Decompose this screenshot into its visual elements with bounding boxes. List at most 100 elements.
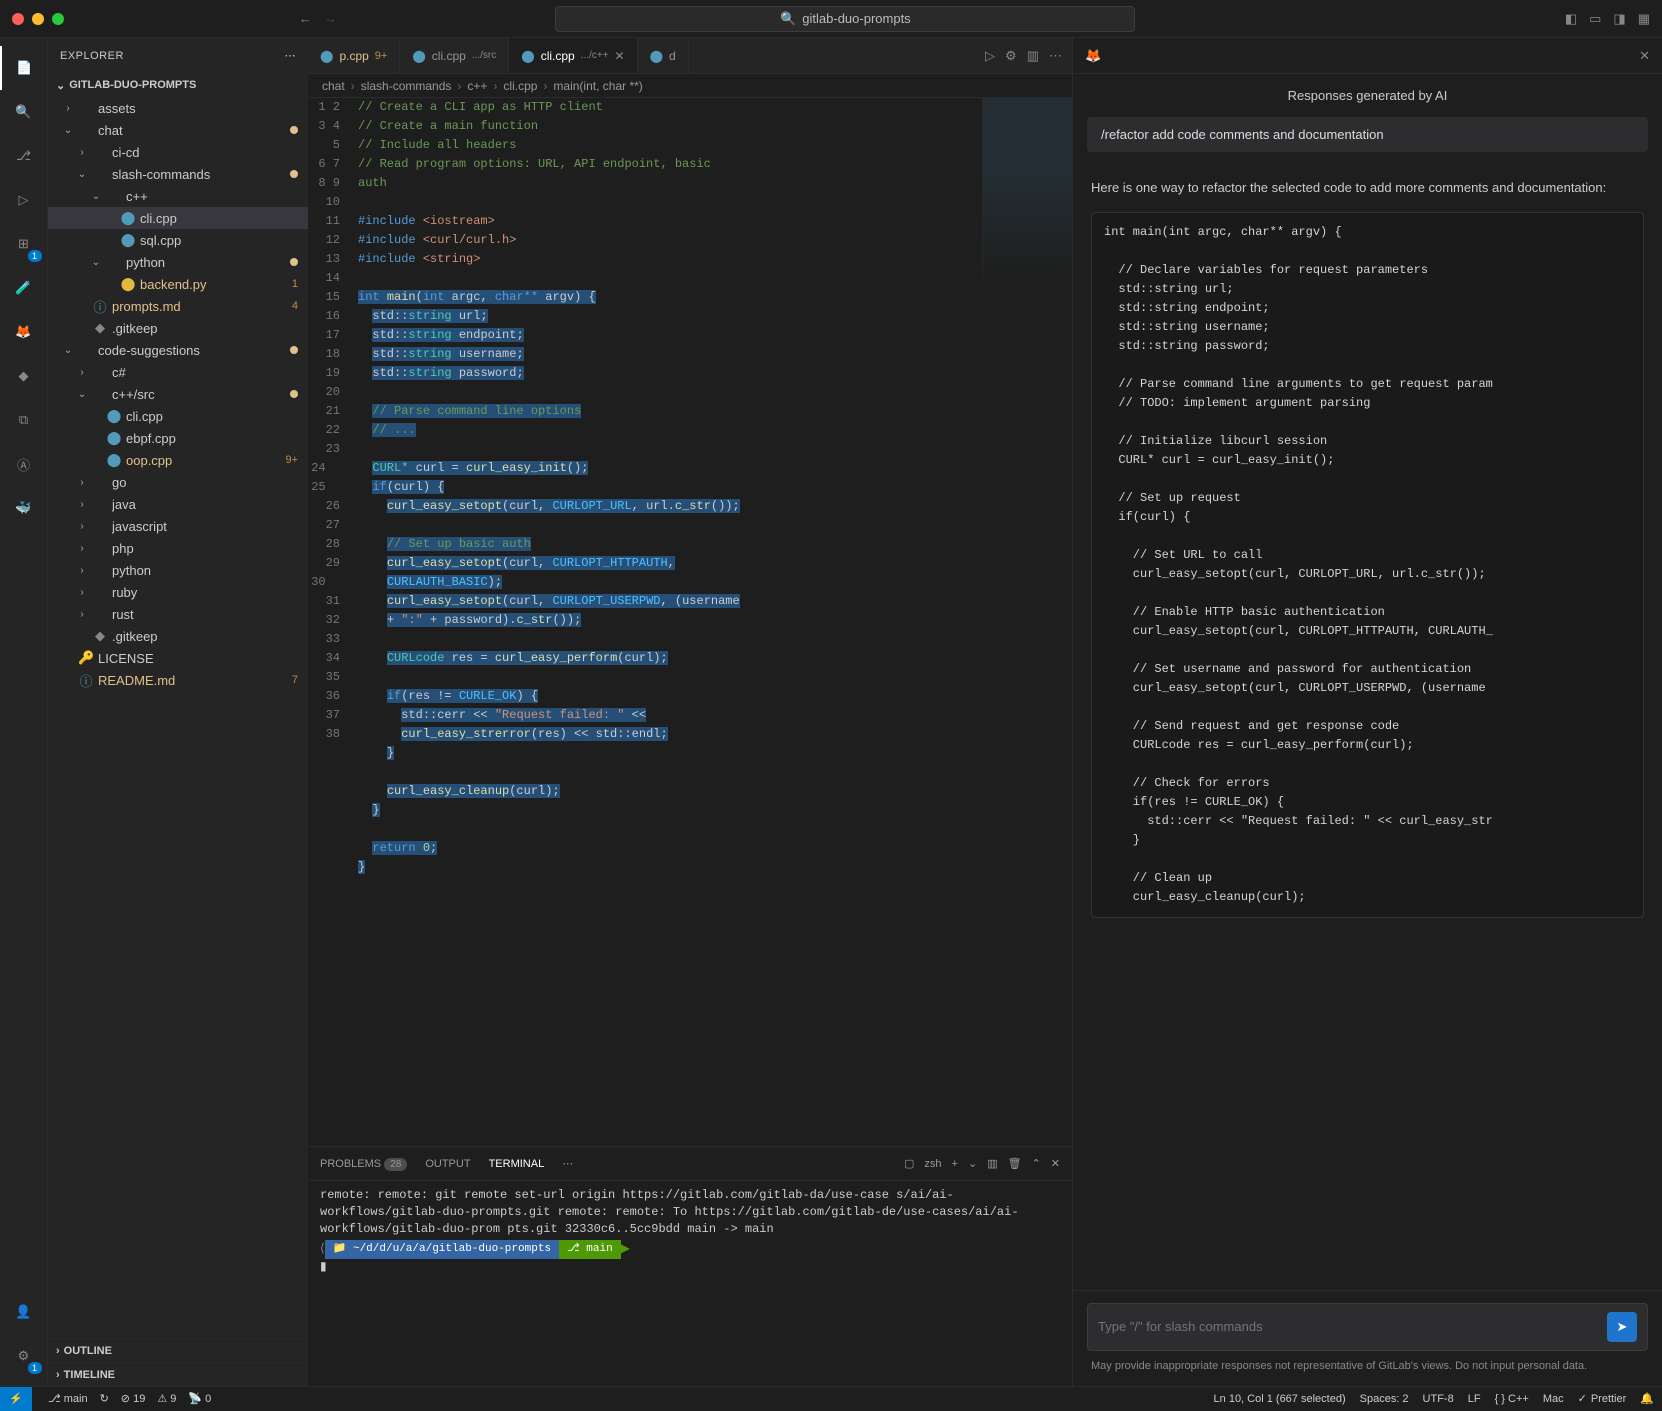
breadcrumb-segment[interactable]: chat [322,79,345,93]
error-count[interactable]: ⊘ 19 [121,1392,146,1405]
split-terminal-icon[interactable]: ▥ [987,1157,997,1170]
layout-customize-icon[interactable]: ▦ [1638,11,1650,27]
file-prompts.md[interactable]: ⓘprompts.md4 [48,295,308,317]
folder-rust[interactable]: ›rust [48,603,308,625]
folder-chat[interactable]: ⌄chat [48,119,308,141]
folder-c++[interactable]: ⌄c++ [48,185,308,207]
indent-setting[interactable]: Spaces: 2 [1360,1393,1409,1405]
cursor-position[interactable]: Ln 10, Col 1 (667 selected) [1214,1393,1346,1405]
gitlab-duo-view-icon[interactable]: ◆ [0,354,48,398]
close-window[interactable] [12,13,24,25]
folder-javascript[interactable]: ›javascript [48,515,308,537]
more-icon[interactable]: ⋯ [562,1157,573,1170]
file-cli.cpp[interactable]: ⬤cli.cpp [48,207,308,229]
code-content[interactable]: // Create a CLI app as HTTP client // Cr… [358,98,1072,1146]
folder-code-suggestions[interactable]: ⌄code-suggestions [48,339,308,361]
nav-back-icon[interactable]: ← [299,11,312,26]
run-debug-view-icon[interactable]: ▷ [0,178,48,222]
notifications-icon[interactable]: 🔔 [1640,1392,1654,1405]
ansible-view-icon[interactable]: Ⓐ [0,442,48,486]
editor-tab-cli.cpp[interactable]: ⬤cli.cpp.../src [400,38,509,73]
ai-input-field[interactable] [1098,1319,1607,1334]
code-editor[interactable]: 1 2 3 4 5 6 7 8 9 10 11 12 13 14 15 16 1… [308,98,1072,1386]
language-mode[interactable]: { } C++ [1495,1393,1529,1405]
gitlab-view-icon[interactable]: 🦊 [0,310,48,354]
timeline-section[interactable]: › TIMELINE [48,1362,308,1386]
folder-java[interactable]: ›java [48,493,308,515]
file-oop.cpp[interactable]: ⬤oop.cpp9+ [48,449,308,471]
maximize-panel-icon[interactable]: ⌃ [1032,1157,1041,1170]
folder-go[interactable]: ›go [48,471,308,493]
docker-view-icon[interactable]: 🐳 [0,486,48,530]
explorer-more-icon[interactable]: ⋯ [285,49,297,62]
folder-python[interactable]: ›python [48,559,308,581]
remote-view-icon[interactable]: ⧉ [0,398,48,442]
file-sql.cpp[interactable]: ⬤sql.cpp [48,229,308,251]
ai-input-box[interactable]: ➤ [1087,1303,1648,1351]
more-icon[interactable]: ⋯ [1049,48,1062,64]
file-backend.py[interactable]: ⬤backend.py1 [48,273,308,295]
minimize-window[interactable] [32,13,44,25]
terminal-shell-icon[interactable]: ▢ [904,1157,914,1170]
file-LICENSE[interactable]: 🔑LICENSE [48,647,308,669]
warning-count[interactable]: ⚠ 9 [157,1392,176,1405]
folder-c++/src[interactable]: ⌄c++/src [48,383,308,405]
folder-ci-cd[interactable]: ›ci-cd [48,141,308,163]
layout-panel-icon[interactable]: ▭ [1589,11,1601,27]
git-sync[interactable]: ↻ [100,1392,109,1405]
command-center[interactable]: 🔍 gitlab-duo-prompts [555,6,1135,32]
ai-code-block[interactable]: int main(int argc, char** argv) { // Dec… [1091,212,1644,918]
testing-view-icon[interactable]: 🧪 [0,266,48,310]
file-.gitkeep[interactable]: ◆.gitkeep [48,317,308,339]
ai-send-button[interactable]: ➤ [1607,1312,1637,1342]
tab-problems[interactable]: PROBLEMS 28 [320,1158,407,1170]
editor-tab-cli.cpp[interactable]: ⬤cli.cpp.../c++✕ [509,38,637,73]
file-cli.cpp[interactable]: ⬤cli.cpp [48,405,308,427]
breadcrumb-segment[interactable]: c++ [467,79,487,93]
encoding[interactable]: UTF-8 [1423,1393,1454,1405]
prettier-status[interactable]: ✓ Prettier [1578,1392,1627,1405]
folder-php[interactable]: ›php [48,537,308,559]
breadcrumb-segment[interactable]: main(int, char **) [553,79,642,93]
eol[interactable]: LF [1468,1393,1481,1405]
tab-output[interactable]: OUTPUT [425,1158,470,1170]
folder-ruby[interactable]: ›ruby [48,581,308,603]
accounts-icon[interactable]: 👤 [0,1290,48,1334]
editor-tab-p.cpp[interactable]: ⬤p.cpp9+ [308,38,400,73]
explorer-view-icon[interactable]: 📄 [0,46,48,90]
breadcrumb-segment[interactable]: slash-commands [361,79,452,93]
layout-sidebar-left-icon[interactable]: ◧ [1565,11,1577,27]
project-header[interactable]: ⌄ GITLAB-DUO-PROMPTS [48,73,308,97]
folder-assets[interactable]: ›assets [48,97,308,119]
new-terminal-icon[interactable]: + [952,1158,958,1170]
tab-terminal[interactable]: TERMINAL [489,1158,545,1170]
breadcrumb[interactable]: chat›slash-commands›c++›cli.cpp›main(int… [308,74,1072,98]
file-.gitkeep[interactable]: ◆.gitkeep [48,625,308,647]
outline-section[interactable]: › OUTLINE [48,1338,308,1362]
scm-view-icon[interactable]: ⎇ [0,134,48,178]
ports[interactable]: 📡 0 [188,1392,211,1405]
editor-tab-d[interactable]: ⬤d [638,38,689,73]
terminal-shell[interactable]: zsh [924,1158,941,1170]
nav-forward-icon[interactable]: → [324,11,337,26]
git-branch[interactable]: ⎇ main [48,1392,88,1405]
file-ebpf.cpp[interactable]: ⬤ebpf.cpp [48,427,308,449]
layout-sidebar-right-icon[interactable]: ◨ [1613,11,1625,27]
extensions-view-icon[interactable]: ⊞1 [0,222,48,266]
breadcrumb-segment[interactable]: cli.cpp [503,79,537,93]
os[interactable]: Mac [1543,1393,1564,1405]
close-tab-icon[interactable]: ✕ [615,49,625,63]
terminal-output[interactable]: remote: remote: git remote set-url origi… [308,1181,1072,1386]
settings-small-icon[interactable]: ⚙ [1005,48,1017,64]
minimap[interactable] [982,98,1072,278]
run-icon[interactable]: ▷ [985,48,995,64]
maximize-window[interactable] [52,13,64,25]
folder-python[interactable]: ⌄python [48,251,308,273]
kill-terminal-icon[interactable]: 🗑 [1008,1157,1022,1170]
settings-icon[interactable]: ⚙1 [0,1334,48,1378]
folder-slash-commands[interactable]: ⌄slash-commands [48,163,308,185]
close-panel-icon[interactable]: ✕ [1051,1157,1060,1170]
terminal-dropdown-icon[interactable]: ⌄ [968,1157,977,1170]
gitlab-duo-icon[interactable]: 🦊 [1085,48,1101,64]
file-README.md[interactable]: ⓘREADME.md7 [48,669,308,691]
